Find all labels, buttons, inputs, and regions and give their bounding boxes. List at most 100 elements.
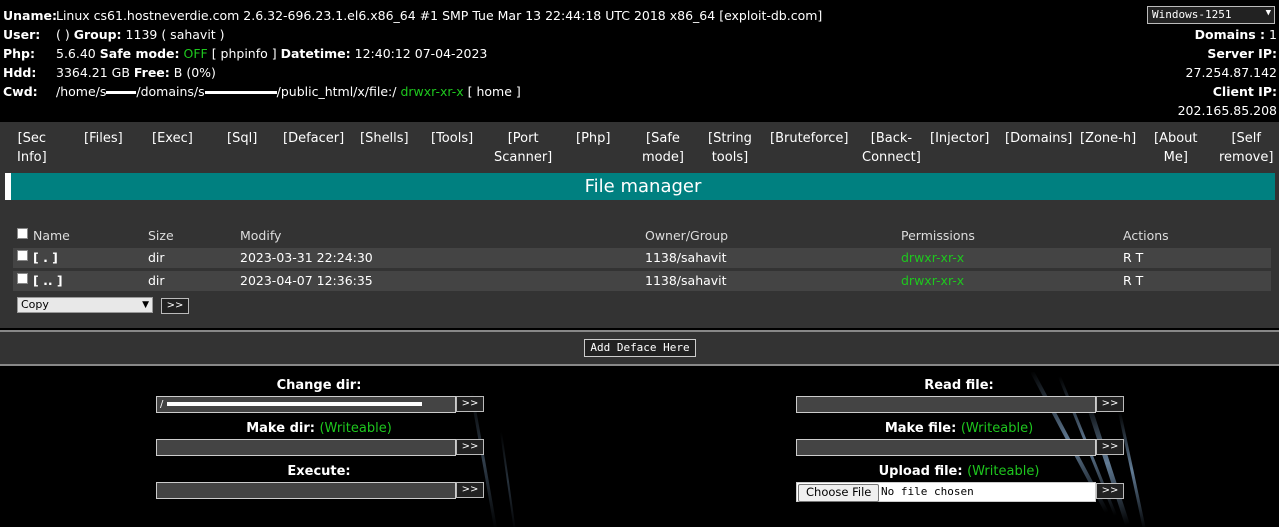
menu-label: [About (1154, 131, 1198, 146)
menu-label: [Tools] (431, 131, 474, 146)
menu-port-scanner[interactable]: [Port Scanner] (494, 129, 552, 167)
user-row: User: ( ) Group: 1139 ( sahavit ) (3, 27, 225, 42)
row-checkbox[interactable] (17, 250, 28, 261)
execute-go-button[interactable]: >> (456, 482, 484, 498)
cwd-permissions: drwxr-xr-x (400, 84, 464, 99)
execute-label: Execute: (156, 464, 482, 479)
add-deface-button[interactable]: Add Deface Here (584, 339, 696, 357)
menu-label: [Files] (84, 131, 123, 146)
make-dir-go-button[interactable]: >> (456, 439, 484, 455)
safe-mode-label: Safe mode: (99, 46, 180, 61)
execute-input[interactable] (156, 482, 456, 499)
uname-value: Linux cs61.hostneverdie.com 2.6.32-696.2… (56, 8, 716, 23)
server-info-panel: Uname:Linux cs61.hostneverdie.com 2.6.32… (0, 0, 1279, 118)
php-version: 5.6.40 (56, 46, 96, 61)
menu-label: [Sec (17, 131, 47, 146)
dir-permissions-link[interactable]: drwxr-xr-x (901, 271, 964, 291)
menu-tools[interactable]: [Tools] (431, 129, 473, 148)
menu-back-connect[interactable]: [Back- Connect] (862, 129, 921, 167)
read-file-input[interactable] (796, 396, 1096, 413)
header-modify[interactable]: Modify (240, 226, 281, 246)
upload-file-go-button[interactable]: >> (1096, 483, 1124, 499)
make-file-input[interactable] (796, 439, 1096, 456)
user-value: ( ) (56, 27, 74, 42)
cwd-row: Cwd: /home/s/domains/s/public_html/x/file… (3, 84, 521, 99)
main-menu: [Sec Info] [Files] [Exec] [Sql] [Defacer]… (0, 122, 1279, 170)
make-dir-input[interactable] (156, 439, 456, 456)
menu-string-tools[interactable]: [String tools] (708, 129, 752, 167)
change-dir-go-button[interactable]: >> (456, 396, 484, 412)
make-dir-label-text: Make dir: (246, 421, 315, 436)
menu-zone-h[interactable]: [Zone-h] (1080, 129, 1136, 148)
file-manager-title: File manager (5, 173, 1275, 200)
upload-file-label-text: Upload file: (878, 464, 963, 479)
menu-label: [Back- (870, 131, 913, 146)
menu-label: mode] (642, 150, 684, 165)
header-owner-group[interactable]: Owner/Group (645, 226, 728, 246)
menu-label: [Php] (576, 131, 611, 146)
menu-domains[interactable]: [Domains] (1005, 129, 1072, 148)
menu-label: Connect] (862, 150, 921, 165)
menu-shells[interactable]: [Shells] (360, 129, 409, 148)
menu-sql[interactable]: [Sql] (227, 129, 257, 148)
safe-mode-status: OFF (183, 46, 208, 61)
group-label: Group: (73, 27, 122, 42)
dir-actions[interactable]: R T (1123, 271, 1143, 291)
dir-actions[interactable]: R T (1123, 248, 1143, 268)
menu-label: [Sql] (227, 131, 258, 146)
upload-file-input[interactable]: Choose File No file chosen (796, 482, 1096, 502)
file-status: No file chosen (881, 485, 974, 498)
row-checkbox[interactable] (17, 273, 28, 284)
menu-about-me[interactable]: [About Me] (1154, 129, 1198, 167)
header-name[interactable]: Name (33, 226, 70, 246)
client-ip-value: 202.165.85.208 (1177, 103, 1277, 118)
exploit-db-link[interactable]: [exploit-db.com] (719, 8, 822, 23)
header-size[interactable]: Size (148, 226, 174, 246)
php-row: Php: 5.6.40 Safe mode: OFF [ phpinfo ] Da… (3, 46, 487, 61)
phpinfo-link[interactable]: [ phpinfo ] (212, 46, 277, 61)
uname-row: Uname:Linux cs61.hostneverdie.com 2.6.32… (3, 8, 822, 23)
menu-injector[interactable]: [Injector] (930, 129, 989, 148)
menu-php[interactable]: [Php] (576, 129, 610, 148)
dir-permissions-link[interactable]: drwxr-xr-x (901, 248, 964, 268)
menu-label: [Injector] (930, 131, 990, 146)
home-link[interactable]: [ home ] (468, 84, 521, 99)
choose-file-button[interactable]: Choose File (798, 484, 880, 502)
domains-info: Domains : 1 (1195, 27, 1277, 42)
charset-select[interactable]: Windows-1251 ▼ (1147, 6, 1275, 24)
make-file-writeable-note: (Writeable) (960, 421, 1034, 436)
menu-label: Me] (1163, 150, 1188, 165)
make-file-go-button[interactable]: >> (1096, 439, 1124, 455)
cwd-segment-domains[interactable]: /domains/s (136, 84, 204, 99)
make-dir-label: Make dir: (Writeable) (156, 421, 482, 436)
menu-label: remove] (1219, 150, 1274, 165)
cwd-segment-home[interactable]: /home/s (56, 84, 106, 99)
read-file-label: Read file: (796, 378, 1122, 393)
action-go-button[interactable]: >> (161, 298, 189, 314)
redaction-mark (106, 91, 137, 94)
action-select[interactable]: Copy ▼ (17, 297, 153, 313)
dir-owner: 1138/sahavit (645, 250, 727, 265)
deface-bar: Add Deface Here (0, 330, 1279, 366)
dir-name-link[interactable]: [ .. ] (33, 271, 63, 291)
read-file-go-button[interactable]: >> (1096, 396, 1124, 412)
menu-label: [Port (507, 131, 539, 146)
select-all-checkbox[interactable] (17, 228, 28, 239)
menu-label: Info] (17, 150, 47, 165)
change-dir-input[interactable]: / (156, 396, 456, 413)
menu-self-remove[interactable]: [Self remove] (1219, 129, 1273, 167)
cwd-segment-path[interactable]: /public_html/x/file:/ (277, 84, 397, 99)
dir-name-link[interactable]: [ . ] (33, 248, 58, 268)
menu-bruteforce[interactable]: [Bruteforce] (770, 129, 848, 148)
menu-sec-info[interactable]: [Sec Info] (17, 129, 47, 167)
menu-label: [Self (1231, 131, 1261, 146)
server-ip-label: Server IP: (1207, 46, 1277, 61)
group-value: 1139 ( sahavit ) (125, 27, 225, 42)
menu-files[interactable]: [Files] (84, 129, 123, 148)
menu-safe-mode[interactable]: [Safe mode] (642, 129, 684, 167)
menu-exec[interactable]: [Exec] (152, 129, 193, 148)
cwd-label: Cwd: (3, 84, 38, 99)
menu-defacer[interactable]: [Defacer] (283, 129, 344, 148)
header-permissions[interactable]: Permissions (901, 226, 975, 246)
domains-label: Domains : (1194, 27, 1266, 42)
